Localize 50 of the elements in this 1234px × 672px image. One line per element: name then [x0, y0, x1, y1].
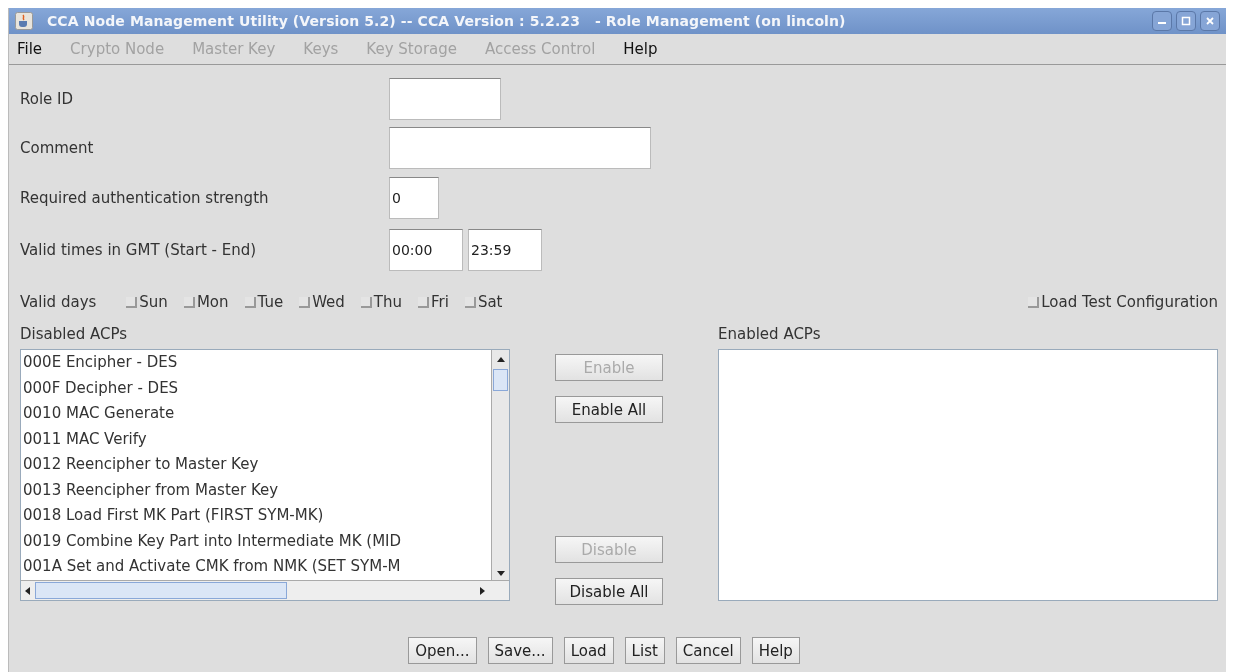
menu-item[interactable]: File [17, 40, 43, 58]
dialog-button[interactable]: Save... [487, 637, 553, 664]
dialog-button[interactable]: Load [563, 637, 614, 664]
maximize-icon [1181, 16, 1191, 26]
transfer-button[interactable]: Disable All [555, 578, 663, 605]
scroll-thumb[interactable] [493, 369, 508, 391]
day-checkbox[interactable]: Fri [418, 293, 449, 311]
horizontal-scrollbar[interactable] [21, 580, 509, 600]
field-label: Required authentication strength [20, 189, 270, 207]
maximize-button[interactable] [1176, 11, 1196, 31]
load-test-checkbox[interactable]: Load Test Configuration [1028, 293, 1218, 311]
scroll-thumb[interactable] [35, 582, 287, 599]
list-label: Enabled ACPs [718, 324, 822, 345]
list-item[interactable]: 0012 Reencipher to Master Key [23, 452, 491, 478]
day-checkbox[interactable]: Mon [183, 293, 229, 311]
field-label: Role ID [20, 89, 75, 108]
list-item[interactable]: 0010 MAC Generate [23, 401, 491, 427]
transfer-button[interactable]: Enable All [555, 396, 663, 423]
cup-icon [15, 12, 33, 30]
day-checkbox[interactable]: Sun [126, 293, 168, 311]
field-label: Valid days [20, 293, 97, 311]
text-field[interactable]: 23:59 [468, 228, 542, 271]
field-label: Valid times in GMT (Start - End) [20, 240, 258, 259]
list-item[interactable]: 0011 MAC Verify [23, 426, 491, 452]
dialog-button[interactable]: Help [751, 637, 800, 664]
close-button[interactable] [1200, 11, 1220, 31]
day-checkbox[interactable]: Tue [244, 293, 284, 311]
close-icon [1205, 16, 1215, 26]
day-checkbox[interactable]: Sat [464, 293, 503, 311]
window-title: CCA Node Management Utility (Version 5.2) -- CCA Version : 5.2.23 - Role Management (on lincoln) [47, 13, 847, 29]
vertical-scrollbar[interactable] [491, 350, 509, 580]
list-item[interactable]: 0019 Combine Key Part into Intermediate MK (MID [23, 528, 491, 554]
list-label: Disabled ACPs [20, 324, 128, 345]
text-field[interactable]: 00:00 [389, 228, 463, 271]
menu-item[interactable]: Help [623, 40, 658, 58]
text-field[interactable] [389, 127, 651, 169]
day-checkbox[interactable]: Wed [299, 293, 345, 311]
dialog-button[interactable]: Open... [408, 637, 477, 664]
day-checkbox[interactable]: Thu [360, 293, 403, 311]
text-field[interactable]: 0 [389, 177, 439, 219]
list-item[interactable]: 0018 Load First MK Part (FIRST SYM-MK) [23, 503, 491, 529]
list-item[interactable]: 0013 Reencipher from Master Key [23, 477, 491, 503]
text-field[interactable] [389, 77, 501, 120]
list-item[interactable]: 000F Decipher - DES [23, 375, 491, 401]
list-item[interactable]: 001A Set and Activate CMK from NMK (SET SYM-M [23, 554, 491, 580]
field-label: Comment [20, 139, 95, 157]
minimize-button[interactable] [1152, 11, 1172, 31]
dialog-button[interactable]: Cancel [675, 637, 741, 664]
list-item[interactable]: 000E Encipher - DES [23, 350, 491, 376]
dialog-button[interactable]: List [624, 637, 665, 664]
